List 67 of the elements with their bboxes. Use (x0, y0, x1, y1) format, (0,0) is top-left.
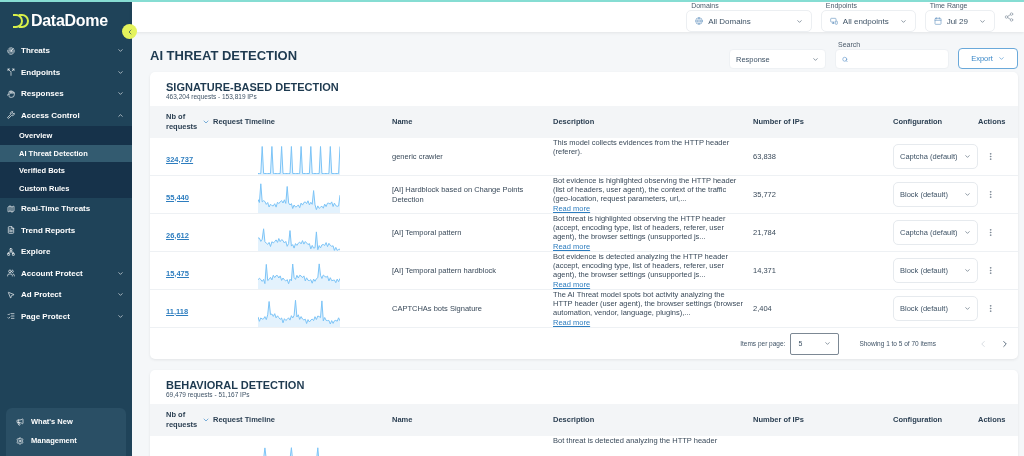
chevron-down-icon (964, 305, 971, 312)
section-title: BEHAVIORAL DETECTION (166, 379, 306, 391)
chevron-down-icon (117, 312, 124, 320)
sort-icon[interactable] (202, 118, 210, 126)
settings-icon (16, 436, 24, 445)
sidebar-item[interactable]: Ad Protect (0, 284, 132, 306)
chevron-down-icon (795, 17, 803, 25)
menu-item-icon (7, 204, 15, 213)
chevron-down-icon (117, 291, 124, 299)
more-actions-button[interactable] (986, 266, 995, 275)
search-field[interactable] (835, 49, 949, 69)
menu-item-icon (7, 226, 15, 235)
menu-item-icon (7, 111, 15, 120)
chevron-down-icon (964, 229, 971, 236)
share-icon (1004, 12, 1014, 22)
sidebar-item[interactable]: Threats (0, 40, 132, 62)
megaphone-icon (16, 417, 24, 426)
more-actions-button[interactable] (986, 190, 995, 199)
chevron-down-icon (812, 55, 819, 63)
vertical-dots-icon (986, 152, 995, 161)
chevron-down-icon (899, 17, 907, 25)
page-title: AI THREAT DETECTION (150, 48, 298, 63)
sidebar-item[interactable]: Page Protect (0, 305, 132, 327)
more-actions-button[interactable] (986, 304, 995, 313)
sidebar-item[interactable]: Real-Time Threats (0, 198, 132, 220)
chevron-down-icon (117, 269, 124, 277)
globe-icon (695, 17, 704, 25)
next-page-button[interactable] (1000, 338, 1010, 349)
caret-icon (824, 340, 832, 347)
menu-item-icon (7, 269, 15, 278)
search-icon (842, 55, 848, 63)
sidebar-item[interactable]: Explore (0, 241, 132, 263)
menu-item-icon (7, 290, 15, 299)
chevron-down-icon (964, 153, 971, 160)
chevron-down-icon (117, 47, 124, 55)
chevron-down-icon (964, 191, 971, 198)
devices-icon (829, 17, 838, 25)
menu-item-icon (7, 247, 15, 256)
menu-item-icon (7, 89, 15, 98)
chevron-left-icon (978, 338, 988, 349)
more-actions-button[interactable] (986, 152, 995, 161)
more-actions-button[interactable] (986, 228, 995, 237)
sidebar-item[interactable]: Trend Reports (0, 219, 132, 241)
menu-item-icon (7, 312, 15, 321)
sidebar-item[interactable]: Account Protect (0, 262, 132, 284)
sidebar-item[interactable]: Endpoints (0, 61, 132, 83)
share-button[interactable] (1004, 12, 1014, 22)
chevron-down-icon (979, 17, 986, 25)
vertical-dots-icon (986, 228, 995, 237)
sidebar-item[interactable]: Access Control (0, 104, 132, 126)
chevron-down-icon (964, 267, 971, 274)
section-title: SIGNATURE-BASED DETECTION (166, 81, 340, 93)
chevron-down-icon (997, 55, 1005, 62)
sidebar-item[interactable]: Responses (0, 83, 132, 105)
chevron-right-icon (1000, 338, 1010, 349)
vertical-dots-icon (986, 304, 995, 313)
logo-text: DataDome (31, 12, 108, 30)
calendar-icon (933, 17, 942, 25)
logo-icon (12, 14, 29, 28)
menu-item-icon (7, 46, 15, 55)
vertical-dots-icon (986, 190, 995, 199)
chevron-up-icon (117, 111, 124, 119)
menu-item-icon (7, 68, 15, 77)
chevron-down-icon (117, 68, 124, 76)
vertical-dots-icon (986, 266, 995, 275)
sort-icon[interactable] (202, 416, 210, 424)
chevron-down-icon (117, 90, 124, 98)
